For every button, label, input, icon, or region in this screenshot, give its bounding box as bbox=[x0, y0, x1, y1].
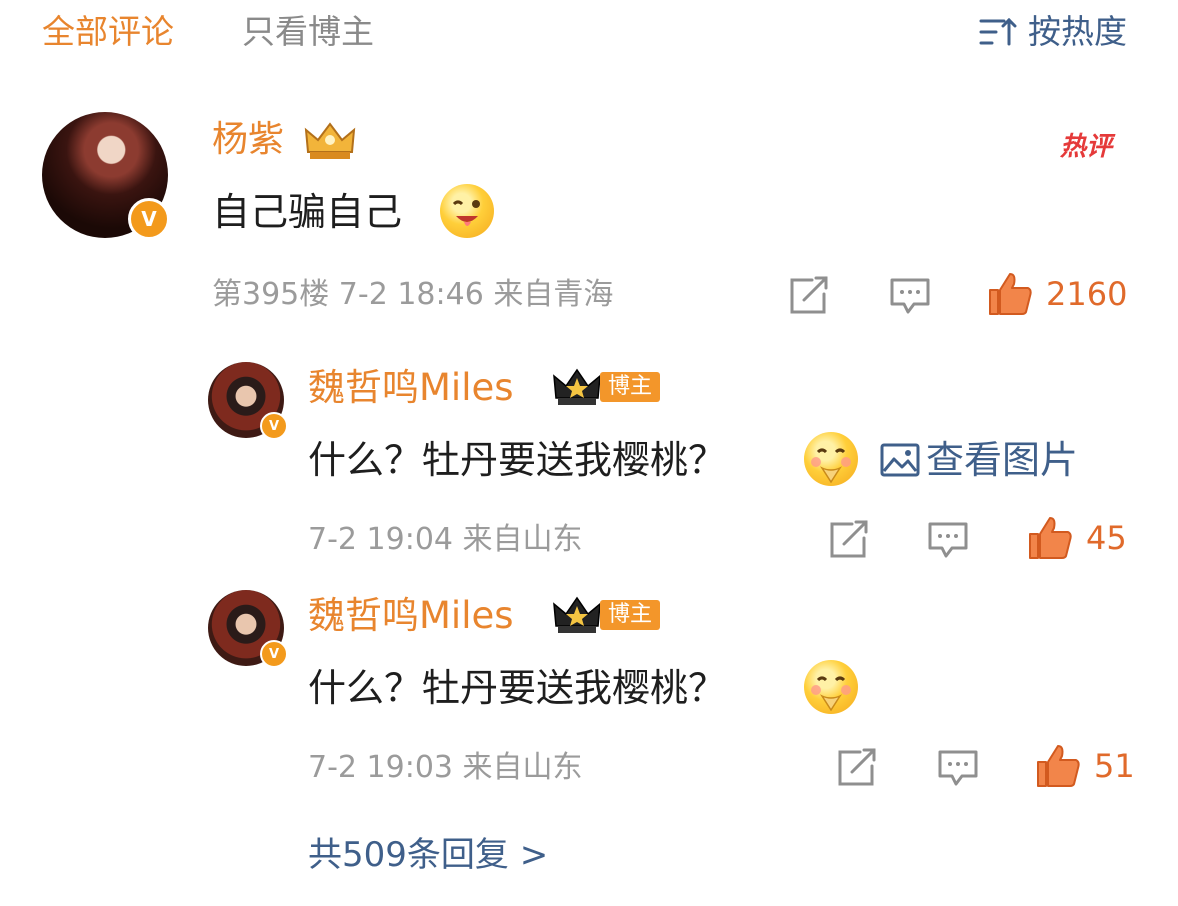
verified-badge: V bbox=[128, 198, 170, 240]
image-icon bbox=[880, 443, 920, 477]
reply-author-name[interactable]: 魏哲鸣Miles bbox=[308, 596, 514, 636]
like-icon bbox=[1037, 745, 1080, 787]
like-icon bbox=[989, 273, 1032, 315]
reply-icon[interactable] bbox=[926, 520, 970, 560]
reply-icon[interactable] bbox=[936, 748, 980, 788]
reply-text: 什么？牡丹要送我樱桃？ bbox=[308, 438, 727, 482]
view-image-label: 查看图片 bbox=[926, 438, 1079, 482]
tab-all-comments[interactable]: 全部评论 bbox=[42, 14, 174, 50]
reply-meta: 7-2 19:04 来自山东 bbox=[308, 522, 583, 557]
crown-icon bbox=[553, 368, 601, 405]
blogger-badge: 博主 bbox=[600, 372, 661, 402]
share-icon[interactable] bbox=[826, 520, 870, 560]
like-button[interactable]: 51 bbox=[1034, 742, 1135, 790]
emoji-icon bbox=[804, 432, 858, 486]
comment-text: 自己骗自己 bbox=[212, 190, 403, 234]
like-count: 45 bbox=[1086, 519, 1127, 557]
sort-by-heat-button[interactable]: 按热度 bbox=[978, 14, 1127, 50]
emoji-icon bbox=[440, 184, 494, 238]
more-replies-link[interactable]: 共509条回复 > bbox=[308, 836, 548, 874]
view-image-link[interactable]: 查看图片 bbox=[880, 438, 1078, 482]
tab-blogger-only[interactable]: 只看博主 bbox=[242, 14, 374, 50]
blogger-badge: 博主 bbox=[600, 600, 661, 630]
sort-icon bbox=[979, 17, 1017, 46]
emoji-icon bbox=[804, 660, 858, 714]
share-icon[interactable] bbox=[834, 748, 878, 788]
reply-icon[interactable] bbox=[888, 276, 932, 316]
reply-author-name[interactable]: 魏哲鸣Miles bbox=[308, 368, 514, 408]
share-icon[interactable] bbox=[786, 276, 830, 316]
verified-badge: V bbox=[260, 412, 288, 440]
crown-icon bbox=[553, 596, 601, 633]
like-button[interactable]: 45 bbox=[1026, 514, 1127, 562]
comment-meta: 第395楼 7-2 18:46 来自青海 bbox=[212, 277, 614, 312]
hot-comment-badge: 热评 bbox=[1060, 132, 1113, 162]
comment-author-name[interactable]: 杨紫 bbox=[212, 120, 284, 160]
verified-badge: V bbox=[260, 640, 288, 668]
like-count: 2160 bbox=[1046, 275, 1128, 313]
reply-meta: 7-2 19:03 来自山东 bbox=[308, 750, 583, 785]
sort-label: 按热度 bbox=[1028, 12, 1127, 51]
like-count: 51 bbox=[1094, 747, 1135, 785]
crown-icon bbox=[304, 122, 356, 159]
reply-text: 什么？牡丹要送我樱桃？ bbox=[308, 666, 727, 710]
like-icon bbox=[1029, 517, 1072, 559]
like-button[interactable]: 2160 bbox=[986, 270, 1127, 318]
